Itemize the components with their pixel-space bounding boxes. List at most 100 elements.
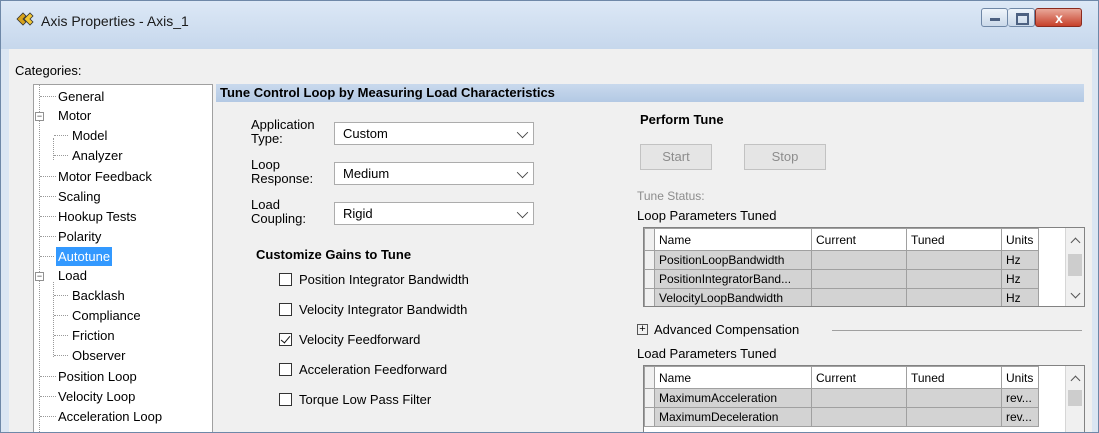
torque-low-pass-filter-label: Torque Low Pass Filter (299, 392, 432, 407)
tree-item-acceleration-loop[interactable]: Acceleration Loop (58, 407, 162, 426)
tree-item-scaling[interactable]: Scaling (58, 187, 101, 206)
load-coupling-select[interactable]: Rigid (334, 202, 534, 225)
maximize-button[interactable] (1008, 8, 1035, 27)
scroll-thumb[interactable] (1068, 390, 1082, 406)
cell-units: rev... (1001, 388, 1039, 408)
tree-item-motor[interactable]: Motor (58, 106, 91, 125)
row-header-cell (644, 250, 655, 270)
scroll-thumb[interactable] (1068, 254, 1082, 276)
column-units-header[interactable]: Units (1001, 228, 1039, 251)
categories-label: Categories: (15, 63, 82, 78)
loop-parameters-label: Loop Parameters Tuned (637, 208, 777, 223)
application-type-label-line1: Application (251, 117, 315, 132)
table-row[interactable]: VelocityLoopBandwidth Hz (644, 288, 1039, 306)
row-header-cell (644, 228, 655, 251)
cell-current (811, 250, 907, 270)
column-name-header[interactable]: Name (654, 366, 812, 389)
cell-tuned (906, 250, 1002, 270)
load-coupling-value: Rigid (343, 206, 373, 221)
chevron-down-icon (516, 166, 529, 179)
title-bar[interactable]: Axis Properties - Axis_1 x (1, 1, 1098, 49)
table-row[interactable]: PositionLoopBandwidth Hz (644, 250, 1039, 270)
tree-item-load[interactable]: Load (58, 266, 87, 285)
start-button[interactable]: Start (640, 144, 712, 170)
load-parameters-label: Load Parameters Tuned (637, 346, 777, 361)
scroll-down-icon[interactable] (1070, 288, 1081, 299)
application-type-value: Custom (343, 126, 388, 141)
categories-tree[interactable]: General − Motor Model Analyzer Motor Fee… (33, 84, 213, 432)
column-tuned-header[interactable]: Tuned (906, 228, 1002, 251)
tree-item-backlash[interactable]: Backlash (72, 286, 125, 305)
cell-units: Hz (1001, 269, 1039, 289)
table-row[interactable]: PositionIntegratorBand... Hz (644, 269, 1039, 289)
table-row[interactable]: MaximumDeceleration rev... (644, 407, 1039, 427)
minimize-button[interactable] (981, 8, 1008, 27)
tree-item-general[interactable]: General (58, 87, 104, 106)
acceleration-feedforward-label: Acceleration Feedforward (299, 362, 448, 377)
loop-response-value: Medium (343, 166, 390, 181)
minimize-icon (990, 18, 1000, 21)
application-type-select[interactable]: Custom (334, 122, 534, 145)
row-header-cell (644, 288, 655, 306)
chevron-down-icon (516, 126, 529, 139)
chevron-down-icon (516, 206, 529, 219)
tree-item-analyzer[interactable]: Analyzer (72, 146, 123, 165)
customize-gains-title: Customize Gains to Tune (256, 247, 412, 262)
tree-item-velocity-loop[interactable]: Velocity Loop (58, 387, 135, 406)
column-units-header[interactable]: Units (1001, 366, 1039, 389)
cell-units: Hz (1001, 250, 1039, 270)
axis-app-icon (16, 12, 34, 26)
collapse-load-icon[interactable]: − (35, 272, 44, 281)
stop-button[interactable]: Stop (744, 144, 826, 170)
vertical-scrollbar[interactable] (1065, 228, 1084, 306)
page-title: Tune Control Loop by Measuring Load Char… (216, 84, 1084, 102)
grid-header-row: Name Current Tuned Units (644, 228, 1039, 251)
window-title: Axis Properties - Axis_1 (41, 13, 189, 29)
tree-item-motor-feedback[interactable]: Motor Feedback (58, 167, 152, 186)
loop-response-label: Loop Response: (251, 158, 313, 186)
tree-item-position-loop[interactable]: Position Loop (58, 367, 137, 386)
vertical-scrollbar[interactable] (1065, 366, 1084, 432)
tree-connector (40, 216, 56, 218)
checkbox-box[interactable] (279, 303, 292, 316)
checkbox-box[interactable] (279, 273, 292, 286)
tree-item-friction[interactable]: Friction (72, 326, 115, 345)
cell-units: rev... (1001, 407, 1039, 427)
scroll-up-icon[interactable] (1070, 375, 1081, 386)
checkbox-box[interactable] (279, 393, 292, 406)
load-parameters-grid[interactable]: Name Current Tuned Units MaximumAccelera… (643, 365, 1085, 432)
application-type-label-line2: Type: (251, 131, 283, 146)
tree-item-autotune[interactable]: Autotune (56, 247, 113, 266)
scroll-up-icon[interactable] (1070, 237, 1081, 248)
expand-icon[interactable]: + (637, 324, 648, 335)
checkbox-box[interactable] (279, 363, 292, 376)
cell-name: PositionLoopBandwidth (654, 250, 812, 270)
maximize-icon (1016, 13, 1029, 25)
column-name-header[interactable]: Name (654, 228, 812, 251)
loop-response-label-line2: Response: (251, 171, 314, 186)
tree-item-model[interactable]: Model (72, 126, 107, 145)
tree-connector (40, 416, 56, 418)
close-button[interactable]: x (1035, 8, 1082, 27)
tree-item-compliance[interactable]: Compliance (72, 306, 141, 325)
grid-header-row: Name Current Tuned Units (644, 366, 1039, 389)
cell-tuned (906, 288, 1002, 306)
tree-item-polarity[interactable]: Polarity (58, 227, 101, 246)
tree-connector (54, 135, 68, 137)
column-current-header[interactable]: Current (811, 366, 907, 389)
column-tuned-header[interactable]: Tuned (906, 366, 1002, 389)
tree-line (53, 282, 55, 357)
tree-item-observer[interactable]: Observer (72, 346, 125, 365)
tree-connector (40, 376, 56, 378)
tree-connector (54, 355, 68, 357)
loop-parameters-grid[interactable]: Name Current Tuned Units PositionLoopBan… (643, 227, 1085, 307)
table-row[interactable]: MaximumAcceleration rev... (644, 388, 1039, 408)
tune-status-label: Tune Status: (637, 189, 705, 203)
load-coupling-label-line1: Load (251, 197, 280, 212)
collapse-motor-icon[interactable]: − (35, 112, 44, 121)
tree-item-hookup-tests[interactable]: Hookup Tests (58, 207, 137, 226)
checkbox-box[interactable] (279, 333, 292, 346)
loop-response-select[interactable]: Medium (334, 162, 534, 185)
cell-tuned (906, 407, 1002, 427)
column-current-header[interactable]: Current (811, 228, 907, 251)
